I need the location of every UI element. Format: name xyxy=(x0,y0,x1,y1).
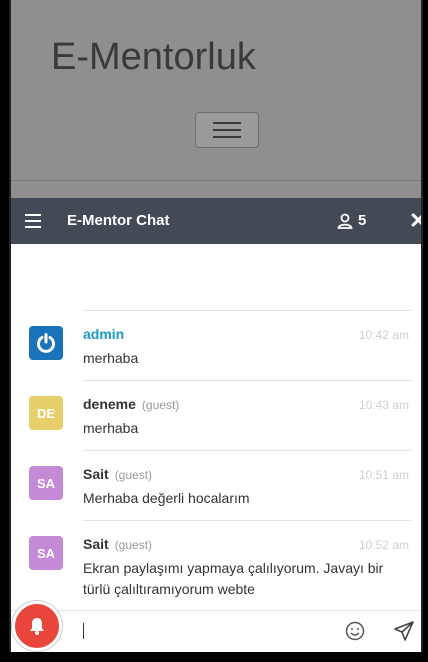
author-tag: (guest) xyxy=(114,538,153,552)
author-name: Sait xyxy=(83,536,109,552)
avatar-initials: SA xyxy=(29,466,63,500)
message-divider xyxy=(83,310,411,311)
power-icon xyxy=(37,333,55,353)
site-divider xyxy=(11,180,421,181)
message-time: 10:42 am xyxy=(358,328,409,342)
text-caret xyxy=(83,623,84,639)
message-list: admin 10:42 am merhaba DE deneme (guest) … xyxy=(11,244,421,610)
message-divider xyxy=(83,520,411,521)
close-icon[interactable]: ✕ xyxy=(409,208,421,234)
author-name: deneme xyxy=(83,396,136,412)
message-time: 10:52 am xyxy=(358,538,409,552)
phone-frame: E-Mentorluk E-Mentor Chat 5 ✕ xyxy=(9,0,423,652)
message-text: Merhaba değerli hocalarım xyxy=(83,490,250,506)
site-title: E-Mentorluk xyxy=(51,36,256,78)
user-count: 5 xyxy=(358,212,367,229)
emoji-icon[interactable] xyxy=(345,621,365,641)
notification-button[interactable] xyxy=(12,601,62,651)
message-author: Sait (guest) xyxy=(83,536,152,552)
author-tag: (guest) xyxy=(114,468,153,482)
avatar-initials: DE xyxy=(29,396,63,430)
avatar-admin xyxy=(29,326,63,360)
message-text: merhaba xyxy=(83,350,139,366)
user-icon xyxy=(337,213,353,229)
author-name: Sait xyxy=(83,466,109,482)
send-icon[interactable] xyxy=(393,620,415,642)
chat-header: E-Mentor Chat 5 ✕ xyxy=(11,198,421,244)
message-composer[interactable] xyxy=(11,610,421,652)
message-divider xyxy=(83,380,411,381)
message-author: Sait (guest) xyxy=(83,466,152,482)
menu-icon[interactable] xyxy=(25,214,41,228)
bell-icon xyxy=(30,618,44,635)
chat-title: E-Mentor Chat xyxy=(67,212,170,229)
message-author: deneme (guest) xyxy=(83,396,179,412)
message-text: merhaba xyxy=(83,420,139,436)
online-users[interactable]: 5 xyxy=(337,212,366,229)
message-text: Ekran paylaşımı yapmaya çalılıyorum. Jav… xyxy=(83,560,384,597)
avatar-initials: SA xyxy=(29,536,63,570)
site-background: E-Mentorluk xyxy=(11,0,421,200)
message-divider xyxy=(83,450,411,451)
author-tag: (guest) xyxy=(141,398,180,412)
site-menu-toggle[interactable] xyxy=(195,112,259,148)
message-time: 10:43 am xyxy=(358,398,409,412)
message-time: 10:51 am xyxy=(358,468,409,482)
message-author: admin xyxy=(83,326,125,342)
